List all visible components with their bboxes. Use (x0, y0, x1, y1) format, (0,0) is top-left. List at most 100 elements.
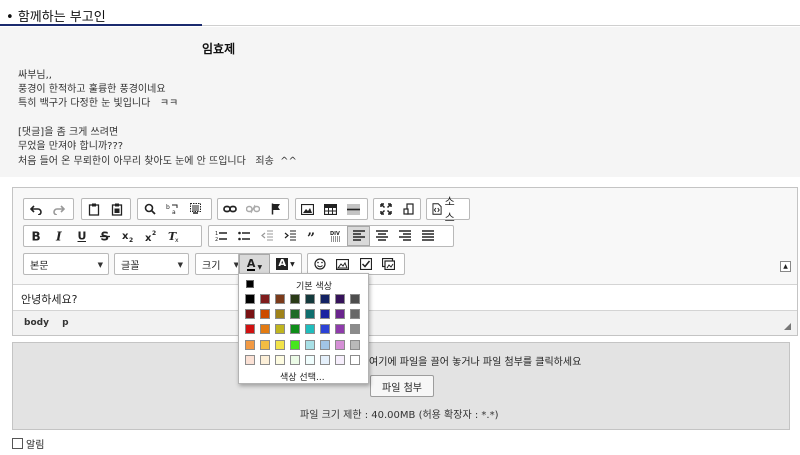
select-all-button[interactable] (184, 199, 207, 219)
link-button[interactable] (218, 199, 241, 219)
insert-media-button[interactable] (377, 254, 400, 274)
color-swatch[interactable] (320, 354, 330, 365)
paste-text-button[interactable] (105, 199, 128, 219)
color-swatch[interactable] (290, 354, 300, 365)
auto-color-swatch[interactable] (246, 280, 254, 288)
more-colors-link[interactable]: 색상 선택... (280, 370, 325, 383)
bold-button[interactable]: B (24, 226, 47, 246)
color-swatch[interactable] (350, 339, 360, 350)
color-swatch[interactable] (245, 354, 255, 365)
format-select[interactable]: 본문 ▼ (23, 253, 109, 275)
color-swatch[interactable] (290, 309, 300, 320)
format-select-value: 본문 (30, 260, 49, 272)
checkbox-button[interactable] (354, 254, 377, 274)
align-left-button[interactable] (347, 226, 370, 246)
alarm-checkbox[interactable] (12, 438, 23, 449)
color-swatch[interactable] (335, 354, 345, 365)
align-right-button[interactable] (393, 226, 416, 246)
path-item[interactable]: body (24, 318, 49, 328)
indent-button[interactable] (278, 226, 301, 246)
color-swatch[interactable] (290, 324, 300, 335)
image-icon (301, 203, 314, 215)
color-swatch[interactable] (335, 324, 345, 335)
maximize-button[interactable] (374, 199, 397, 219)
color-swatch[interactable] (305, 354, 315, 365)
show-blocks-button[interactable] (397, 199, 420, 219)
color-swatch[interactable] (305, 309, 315, 320)
background-color-button[interactable]: A ▼ (270, 254, 301, 274)
blockquote-button[interactable]: ” (301, 226, 324, 246)
anchor-button[interactable] (264, 199, 287, 219)
color-swatch[interactable] (320, 324, 330, 335)
paste-button[interactable] (82, 199, 105, 219)
color-swatch[interactable] (305, 324, 315, 335)
color-swatch[interactable] (260, 354, 270, 365)
color-swatch[interactable] (335, 339, 345, 350)
color-swatch[interactable] (275, 294, 285, 304)
color-swatch[interactable] (305, 339, 315, 350)
resize-handle-icon[interactable] (784, 323, 791, 330)
color-swatch[interactable] (275, 354, 285, 365)
color-swatch[interactable] (245, 294, 255, 304)
color-swatch[interactable] (350, 354, 360, 365)
color-swatch[interactable] (260, 324, 270, 335)
comment-line: 무었을 만져야 합니까??? (18, 141, 124, 152)
comment-line: 처음 들어 온 무뢰한이 아무리 찾아도 눈에 안 뜨입니다 죄송 ^^ (18, 156, 297, 167)
editor-content[interactable]: 안녕하세요? (13, 284, 797, 310)
font-select[interactable]: 글꼴 ▼ (114, 253, 189, 275)
color-swatch[interactable] (320, 294, 330, 304)
color-swatch[interactable] (275, 339, 285, 350)
strikethrough-button[interactable]: S (93, 226, 116, 246)
emoticon-button[interactable] (308, 254, 331, 274)
align-center-button[interactable] (370, 226, 393, 246)
div-container-button[interactable]: DIV (324, 226, 347, 246)
color-swatch[interactable] (275, 309, 285, 320)
color-swatch[interactable] (320, 339, 330, 350)
text-color-button[interactable]: A ▼ (239, 254, 270, 274)
table-button[interactable] (319, 199, 342, 219)
replace-button[interactable]: ba (161, 199, 184, 219)
color-swatch[interactable] (260, 339, 270, 350)
toolbar-collapse-button[interactable]: ▲ (780, 261, 791, 272)
color-swatch[interactable] (290, 339, 300, 350)
color-swatch[interactable] (245, 309, 255, 320)
find-button[interactable] (138, 199, 161, 219)
horizontal-rule-button[interactable] (342, 199, 365, 219)
color-swatch[interactable] (275, 324, 285, 335)
color-swatch[interactable] (305, 294, 315, 304)
unlink-button[interactable] (241, 199, 264, 219)
numbered-list-button[interactable]: 12 (209, 226, 232, 246)
undo-button[interactable] (24, 199, 47, 219)
color-swatch[interactable] (335, 294, 345, 304)
justify-button[interactable] (416, 226, 439, 246)
superscript-button[interactable]: x2 (139, 226, 162, 246)
unlink-icon (245, 204, 260, 214)
color-swatch[interactable] (350, 309, 360, 320)
outdent-button[interactable] (255, 226, 278, 246)
color-swatch[interactable] (245, 324, 255, 335)
subscript-button[interactable]: x2 (116, 226, 139, 246)
color-swatch[interactable] (260, 309, 270, 320)
color-swatch[interactable] (290, 294, 300, 304)
svg-text:b: b (166, 204, 170, 211)
color-swatch[interactable] (320, 309, 330, 320)
color-swatch[interactable] (350, 294, 360, 304)
color-swatch[interactable] (335, 309, 345, 320)
color-swatch[interactable] (350, 324, 360, 335)
attach-file-button[interactable]: 파일 첨부 (370, 375, 434, 397)
insert-image-button[interactable] (331, 254, 354, 274)
redo-button[interactable] (47, 199, 70, 219)
color-swatch[interactable] (260, 294, 270, 304)
bulleted-list-button[interactable] (232, 226, 255, 246)
alarm-option[interactable]: 알림 (12, 436, 44, 451)
underline-button[interactable]: U (70, 226, 93, 246)
color-swatch[interactable] (245, 339, 255, 350)
auto-color-label[interactable]: 기본 색상 (296, 279, 332, 292)
image-button[interactable] (296, 199, 319, 219)
italic-button[interactable]: I (47, 226, 70, 246)
file-drop-zone[interactable]: 여기에 파일을 끌어 놓거나 파일 첨부를 클릭하세요 파일 첨부 파일 크기 … (12, 342, 790, 430)
remove-format-button[interactable]: Tx (162, 226, 185, 246)
source-button[interactable]: 소스 (427, 195, 469, 224)
path-item[interactable]: p (62, 318, 68, 328)
search-icon (144, 203, 156, 215)
